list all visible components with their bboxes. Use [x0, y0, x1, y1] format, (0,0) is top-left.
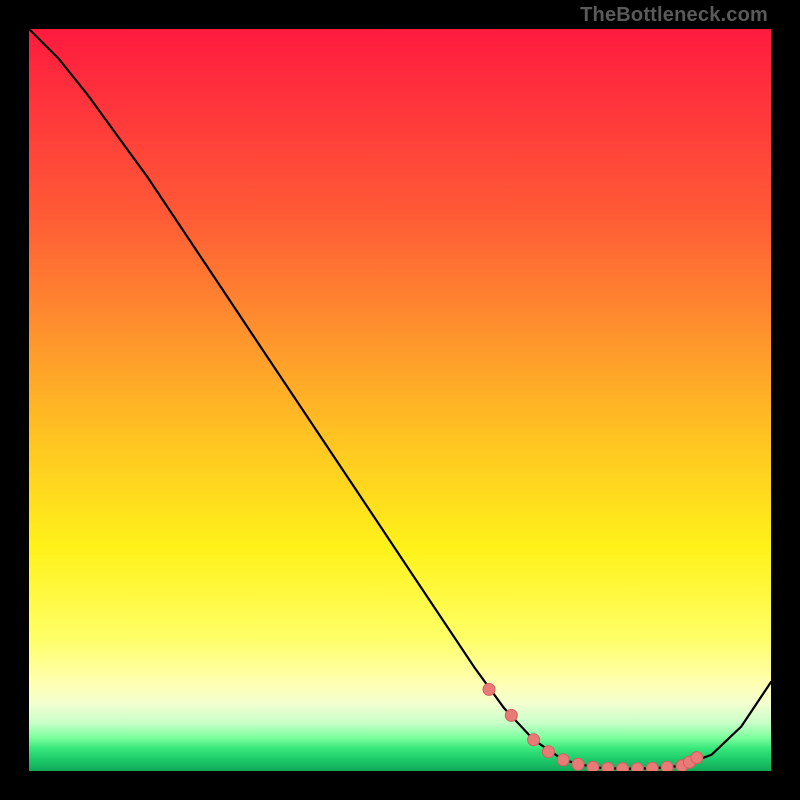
plot-area: [29, 29, 771, 771]
chart-frame: TheBottleneck.com: [0, 0, 800, 800]
watermark-text: TheBottleneck.com: [580, 4, 768, 27]
